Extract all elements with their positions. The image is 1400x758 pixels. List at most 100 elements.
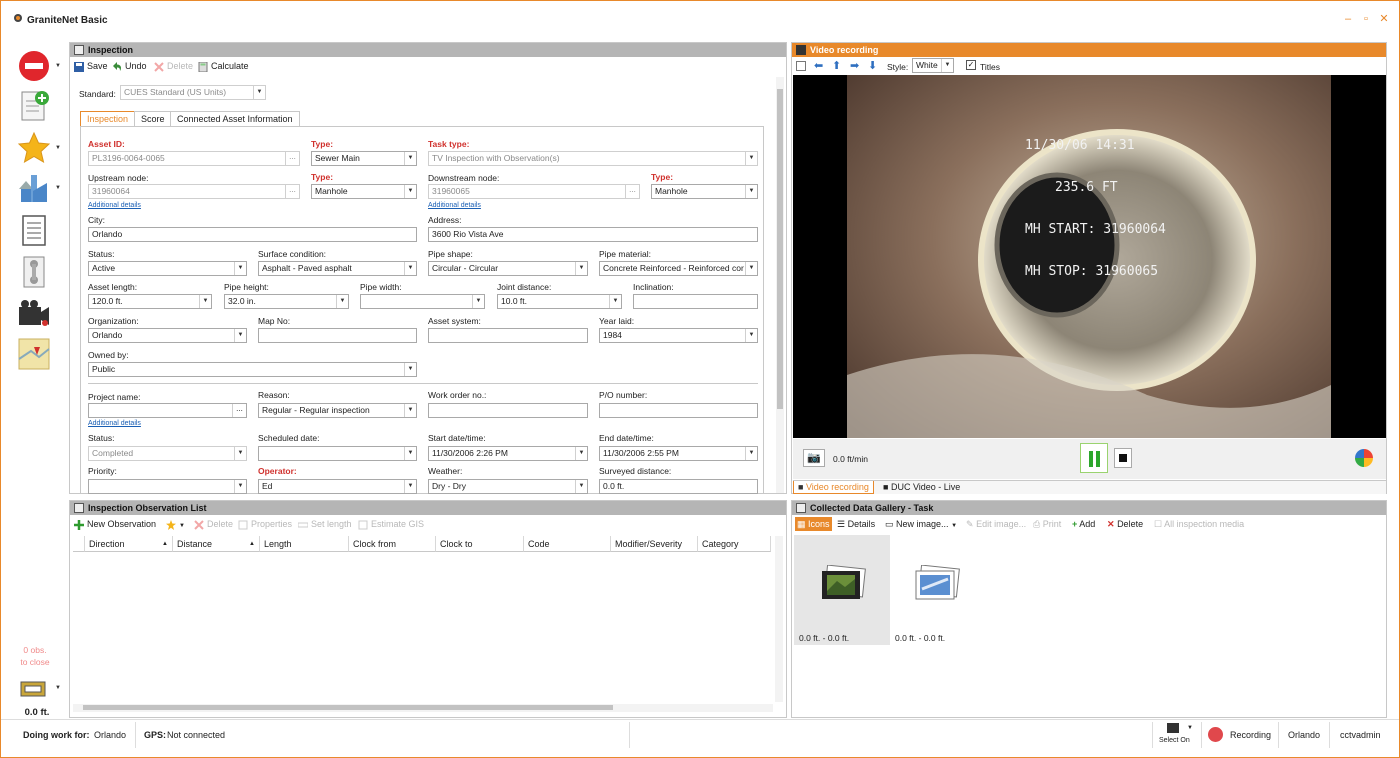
- project-field[interactable]: ...: [88, 403, 247, 418]
- print-button[interactable]: ⎙ Print: [1033, 517, 1061, 531]
- material-select[interactable]: Concrete Reinforced - Reinforced cor ▼: [599, 261, 758, 276]
- tab-video-recording[interactable]: ■ Video recording: [793, 481, 874, 494]
- gallery-delete-button[interactable]: ✕ Delete: [1107, 517, 1143, 531]
- new-inspection-icon[interactable]: [17, 89, 51, 123]
- calculate-button[interactable]: Calculate: [198, 59, 249, 73]
- type2-select[interactable]: Manhole ▼: [311, 184, 417, 199]
- surface-select[interactable]: Asphalt - Paved asphalt ▼: [258, 261, 417, 276]
- edit-image-button[interactable]: ✎ Edit image...: [966, 517, 1026, 531]
- owned-select[interactable]: Public ▼: [88, 362, 417, 377]
- arrow-left-icon[interactable]: ⬅: [814, 59, 823, 72]
- titles-checkbox[interactable]: ✓: [966, 60, 976, 70]
- gallery-add-button[interactable]: + Add: [1072, 517, 1095, 531]
- org-select[interactable]: Orlando ▼: [88, 328, 247, 343]
- scheduled-select[interactable]: ▼: [258, 446, 417, 461]
- standard-select[interactable]: CUES Standard (US Units) ▼: [120, 85, 266, 100]
- observation-hscrollbar[interactable]: [73, 704, 773, 712]
- city-field[interactable]: Orlando: [88, 227, 417, 242]
- address-field[interactable]: 3600 Rio Vista Ave: [428, 227, 758, 242]
- maximize-button[interactable]: ▫: [1360, 13, 1372, 25]
- surveyed-field[interactable]: 0.0 ft.: [599, 479, 758, 494]
- gallery-item-image[interactable]: 0.0 ft. - 0.0 ft.: [890, 535, 986, 645]
- report-icon[interactable]: [17, 213, 51, 247]
- tab-connected-asset[interactable]: Connected Asset Information: [170, 111, 300, 127]
- snapshot-camera-icon[interactable]: 📷: [803, 449, 825, 467]
- workorder-field[interactable]: [428, 403, 588, 418]
- chevron-down-icon[interactable]: ▼: [55, 685, 61, 691]
- tab-inspection[interactable]: Inspection: [80, 111, 136, 127]
- map-icon[interactable]: [17, 337, 51, 371]
- browse-button[interactable]: ...: [285, 152, 299, 165]
- status2-select[interactable]: Completed ▼: [88, 446, 247, 461]
- style-select[interactable]: White ▼: [912, 58, 954, 73]
- chevron-down-icon[interactable]: ▼: [55, 63, 61, 69]
- upstream-field[interactable]: 31960064...: [88, 184, 300, 199]
- downstream-additional-details-link[interactable]: Additional details: [428, 202, 481, 209]
- scrollbar-thumb[interactable]: [777, 89, 783, 409]
- select-on-button[interactable]: ▼ Select On: [1157, 722, 1197, 748]
- po-field[interactable]: [599, 403, 758, 418]
- settings-icon[interactable]: [796, 61, 806, 71]
- observation-vscrollbar[interactable]: [775, 536, 783, 702]
- save-button[interactable]: Save: [74, 59, 108, 73]
- mapno-field[interactable]: [258, 328, 417, 343]
- stop-button[interactable]: [1114, 448, 1132, 468]
- video-camera-icon[interactable]: [17, 297, 51, 331]
- browse-button[interactable]: ...: [285, 185, 299, 198]
- gallery-item-video[interactable]: 0.0 ft. - 0.0 ft.: [794, 535, 890, 645]
- arrow-up-icon[interactable]: ⬆: [832, 59, 841, 72]
- all-media-toggle[interactable]: ☐ All inspection media: [1154, 517, 1244, 531]
- obs-delete-button[interactable]: Delete: [194, 517, 233, 531]
- inclination-field[interactable]: [633, 294, 758, 309]
- chevron-down-icon[interactable]: ▼: [55, 145, 61, 151]
- observation-grid-body[interactable]: [73, 552, 771, 698]
- col-length[interactable]: Length: [260, 536, 349, 552]
- video-viewport[interactable]: 11/30/06 14:31 235.6 FT MH START: 319600…: [793, 75, 1386, 438]
- chevron-down-icon[interactable]: ▼: [55, 185, 61, 191]
- type3-select[interactable]: Manhole ▼: [651, 184, 758, 199]
- col-direction[interactable]: Direction ▲: [85, 536, 173, 552]
- col-distance[interactable]: Distance ▲: [173, 536, 260, 552]
- project-additional-details-link[interactable]: Additional details: [88, 420, 141, 427]
- weather-select[interactable]: Dry - Dry ▼: [428, 479, 588, 494]
- minimize-button[interactable]: –: [1342, 13, 1354, 25]
- browse-button[interactable]: ...: [232, 404, 246, 417]
- scrollbar-thumb[interactable]: [83, 705, 613, 710]
- asset-id-field[interactable]: PL3196-0064-0065...: [88, 151, 300, 166]
- odometer-icon[interactable]: [19, 679, 47, 699]
- new-observation-button[interactable]: New Observation: [74, 517, 156, 531]
- asset-system-field[interactable]: [428, 328, 588, 343]
- task-type-select[interactable]: TV Inspection with Observation(s) ▼: [428, 151, 758, 166]
- browse-button[interactable]: ...: [625, 185, 639, 198]
- col-modifier[interactable]: Modifier/Severity: [611, 536, 698, 552]
- downstream-field[interactable]: 31960065...: [428, 184, 640, 199]
- joint-select[interactable]: 10.0 ft. ▼: [497, 294, 622, 309]
- reason-select[interactable]: Regular - Regular inspection ▼: [258, 403, 417, 418]
- stop-icon[interactable]: [17, 49, 51, 83]
- start-select[interactable]: 11/30/2006 2:26 PM ▼: [428, 446, 588, 461]
- year-select[interactable]: 1984 ▼: [599, 328, 758, 343]
- new-image-button[interactable]: ▭ New image... ▼: [885, 517, 957, 531]
- tab-duc-video[interactable]: ■ DUC Video - Live: [879, 481, 964, 494]
- col-code[interactable]: Code: [524, 536, 611, 552]
- status-select[interactable]: Active ▼: [88, 261, 247, 276]
- length-select[interactable]: 120.0 ft. ▼: [88, 294, 212, 309]
- asset-house-icon[interactable]: [17, 171, 51, 205]
- favorite-button[interactable]: ▼: [166, 517, 185, 531]
- type1-select[interactable]: Sewer Main ▼: [311, 151, 417, 166]
- set-length-button[interactable]: Set length: [298, 517, 352, 531]
- star-icon[interactable]: [17, 131, 51, 165]
- close-button[interactable]: ✕: [1378, 13, 1390, 25]
- pause-button[interactable]: [1080, 443, 1108, 473]
- height-select[interactable]: 32.0 in. ▼: [224, 294, 349, 309]
- col-clock-from[interactable]: Clock from: [349, 536, 436, 552]
- priority-select[interactable]: ▼: [88, 479, 247, 494]
- node-link-icon[interactable]: [17, 255, 51, 289]
- color-wheel-icon[interactable]: [1354, 448, 1374, 468]
- properties-button[interactable]: Properties: [238, 517, 292, 531]
- col-clock-to[interactable]: Clock to: [436, 536, 524, 552]
- icons-view-button[interactable]: ▦ Icons: [795, 517, 832, 531]
- undo-button[interactable]: Undo: [112, 59, 147, 73]
- arrow-down-icon[interactable]: ⬇: [868, 59, 877, 72]
- estimate-gis-button[interactable]: Estimate GIS: [358, 517, 424, 531]
